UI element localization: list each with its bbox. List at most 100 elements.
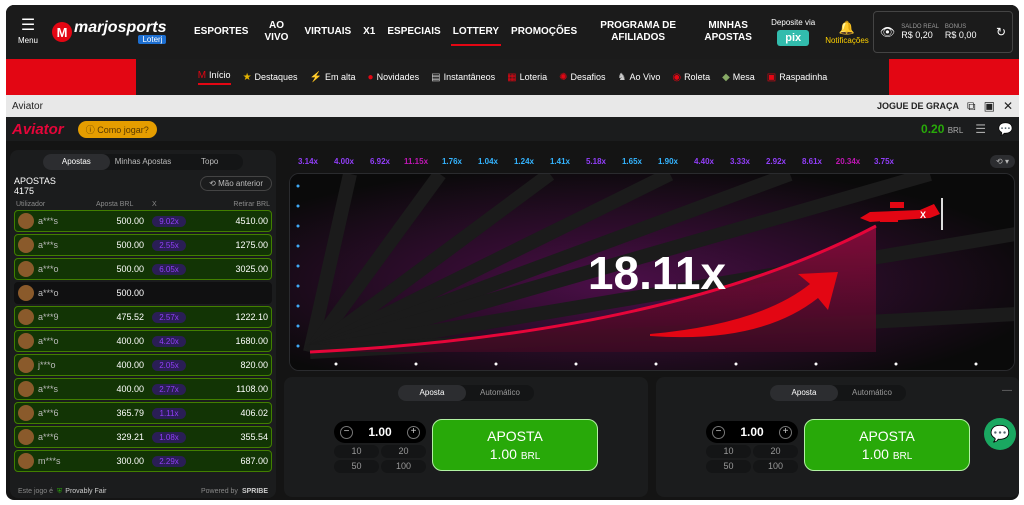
nav-promocoes[interactable]: PROMOÇÕES [505, 26, 583, 38]
app-frame: ☰ Menu M marjosports Loterj ESPORTES AO … [6, 5, 1019, 500]
x-axis-dot [494, 362, 498, 366]
deposit-button[interactable]: Deposite via pix [771, 18, 815, 46]
plus-icon[interactable]: + [406, 425, 420, 439]
history-multiplier[interactable]: 20.34x [830, 157, 866, 166]
close-icon[interactable]: ✕ [1003, 99, 1013, 113]
quick-amount-50[interactable]: 50 [334, 460, 379, 473]
cat-destaques[interactable]: ★ Destaques [243, 72, 298, 83]
history-multiplier[interactable]: 1.24x [506, 157, 542, 166]
cat-novidades[interactable]: ● Novidades [368, 72, 420, 83]
quick-amount-20[interactable]: 20 [753, 445, 798, 458]
history-multiplier[interactable]: 1.90x [650, 157, 686, 166]
cat-roleta[interactable]: ◉ Roleta [672, 72, 710, 83]
quick-amount-10[interactable]: 10 [706, 445, 751, 458]
play-free-button[interactable]: JOGUE DE GRAÇA [877, 101, 959, 111]
tab-aposta[interactable]: Aposta [770, 385, 838, 401]
bet-cashout: 4510.00 [235, 216, 268, 226]
menu-icon[interactable]: ☰ [975, 122, 986, 136]
eye-icon[interactable]: 👁 [880, 25, 895, 39]
nav-ao-vivo[interactable]: AO VIVO [254, 20, 298, 44]
cat-desafios[interactable]: ✺ Desafios [559, 72, 605, 83]
bet-user: a***6 [38, 408, 59, 418]
cat-label: Instantâneos [443, 72, 496, 82]
site-logo[interactable]: M marjosports Loterj [52, 19, 176, 44]
cat-mesa[interactable]: ◆ Mesa [722, 72, 755, 83]
cat-raspadinha[interactable]: ▣ Raspadinha [767, 72, 828, 83]
chat-support-button[interactable]: 💬 [984, 418, 1016, 450]
menu-button[interactable]: ☰ Menu [10, 18, 46, 46]
tab-automatico[interactable]: Automático [466, 385, 534, 401]
remove-panel-icon[interactable]: — [1002, 385, 1012, 396]
place-bet-button[interactable]: APOSTA 1.00 BRL [432, 419, 598, 471]
history-multiplier[interactable]: 1.76x [434, 157, 470, 166]
previous-hand-button[interactable]: ⟲ Mão anterior [200, 176, 272, 191]
cat-loteria[interactable]: ▦ Loteria [507, 72, 547, 83]
cat-em-alta[interactable]: ⚡ Em alta [310, 72, 356, 83]
nav-minhas-apostas[interactable]: MINHAS APOSTAS [693, 20, 763, 44]
bet-cashout: 1222.10 [235, 312, 268, 322]
lottery-icon: ▦ [507, 71, 517, 83]
bet-multiplier: 4.20x [152, 335, 186, 347]
aviator-logo: Aviator [12, 120, 64, 138]
tab-topo[interactable]: Topo [176, 154, 243, 170]
history-multiplier[interactable]: 8.61x [794, 157, 830, 166]
bet-amount: 329.21 [116, 432, 144, 442]
quick-amount-10[interactable]: 10 [334, 445, 379, 458]
bonus-balance-value: R$ 0,00 [944, 30, 977, 40]
x-axis-dot [734, 362, 738, 366]
quick-amount-100[interactable]: 100 [753, 460, 798, 473]
roulette-icon: ◉ [672, 71, 682, 83]
tab-minhas-apostas[interactable]: Minhas Apostas [110, 154, 177, 170]
nav-x1[interactable]: X1 [357, 26, 381, 38]
history-multiplier[interactable]: 5.18x [578, 157, 614, 166]
history-multiplier[interactable]: 1.41x [542, 157, 578, 166]
history-multiplier[interactable]: 2.92x [758, 157, 794, 166]
bets-title: APOSTAS [14, 176, 56, 186]
history-multiplier[interactable]: 4.40x [686, 157, 722, 166]
minus-icon[interactable]: − [340, 425, 353, 439]
quick-amount-50[interactable]: 50 [706, 460, 751, 473]
history-multiplier[interactable]: 3.14x [290, 157, 326, 166]
history-multiplier[interactable]: 4.00x [326, 157, 362, 166]
refresh-icon[interactable]: ↻ [996, 25, 1006, 39]
table-icon: ◆ [722, 71, 730, 83]
nav-virtuais[interactable]: VIRTUAIS [298, 26, 357, 38]
provably-fair-link[interactable]: Provably Fair [65, 488, 106, 496]
minus-icon[interactable]: − [712, 425, 725, 439]
history-multiplier[interactable]: 3.75x [866, 157, 902, 166]
plus-icon[interactable]: + [778, 425, 792, 439]
notifications-button[interactable]: 🔔 Notificações [825, 20, 869, 45]
quick-amount-20[interactable]: 20 [381, 445, 426, 458]
external-link-icon[interactable]: ⧉ [967, 99, 976, 114]
history-multiplier[interactable]: 1.04x [470, 157, 506, 166]
bet-amount: 400.00 [116, 360, 144, 370]
how-to-play-button[interactable]: ⓘ Como jogar? [77, 120, 157, 138]
previous-hand-label: Mão anterior [218, 179, 263, 188]
bet-cashout: 687.00 [240, 456, 268, 466]
pip-icon[interactable]: ▣ [984, 99, 995, 113]
stake-control: − 1.00 + 10 20 50 100 [706, 421, 798, 473]
stake-input[interactable]: 1.00 [368, 425, 391, 439]
tab-aposta[interactable]: Aposta [398, 385, 466, 401]
bet-multiplier: 1.11x [152, 407, 186, 419]
cat-inicio[interactable]: M Início [197, 70, 231, 85]
history-multiplier[interactable]: 11.15x [398, 157, 434, 166]
stake-input[interactable]: 1.00 [740, 425, 763, 439]
nav-afiliados[interactable]: PROGRAMA DE AFILIADOS [583, 20, 693, 44]
cat-ao-vivo[interactable]: ♞ Ao Vivo [618, 72, 661, 83]
chat-bubble-icon[interactable]: 💬 [998, 122, 1013, 136]
history-toggle-button[interactable]: ⟲ ▾ [990, 154, 1015, 168]
nav-especiais[interactable]: ESPECIAIS [381, 26, 446, 38]
history-multiplier[interactable]: 1.65x [614, 157, 650, 166]
quick-amount-100[interactable]: 100 [381, 460, 426, 473]
history-multiplier[interactable]: 6.92x [362, 157, 398, 166]
bet-row: a***o 500.00 6.05x 3025.00 [14, 258, 272, 280]
history-multiplier[interactable]: 3.33x [722, 157, 758, 166]
tab-automatico[interactable]: Automático [838, 385, 906, 401]
tab-apostas[interactable]: Apostas [43, 154, 110, 170]
cat-instantaneos[interactable]: ▤ Instantâneos [431, 72, 495, 83]
place-bet-button[interactable]: APOSTA 1.00 BRL [804, 419, 970, 471]
nav-lottery[interactable]: LOTTERY [447, 26, 505, 46]
game-canvas: X 18.11x [289, 173, 1015, 371]
nav-esportes[interactable]: ESPORTES [188, 26, 254, 38]
